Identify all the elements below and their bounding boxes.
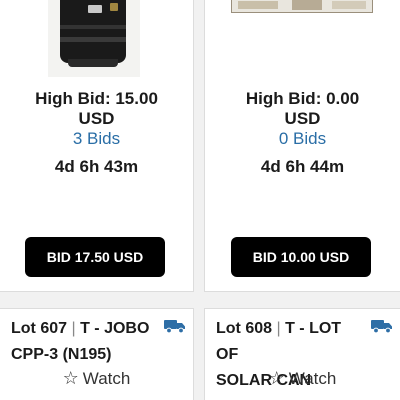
kits-image-part [332, 1, 366, 9]
kits-image-part [292, 0, 322, 10]
watch-label: Watch [82, 369, 131, 388]
lens-image-label [88, 5, 102, 13]
watch-button[interactable]: ☆ Watch [205, 367, 400, 390]
high-bid: High Bid: 15.00 [35, 89, 158, 108]
lot-description: T - JOBO [80, 320, 150, 337]
lot-thumbnail[interactable] [48, 0, 140, 77]
kits-image-part [238, 1, 278, 9]
bid-button[interactable]: BID 17.50 USD [25, 237, 165, 277]
lens-image-mount [68, 59, 118, 67]
lot-thumbnail[interactable] [231, 0, 373, 13]
title-separator: | [276, 320, 281, 337]
time-remaining: 4d 6h 43m [54, 157, 139, 176]
star-outline-icon: ☆ [62, 368, 79, 388]
lot-card[interactable]: High Bid: 0.00 USD 0 Bids 4d 6h 44m BID … [204, 0, 400, 292]
lot-card[interactable]: High Bid: 15.00 USD 3 Bids 4d 6h 43m BID… [0, 0, 194, 292]
watch-button[interactable]: ☆ Watch [0, 367, 193, 390]
title-separator: | [71, 320, 76, 337]
bid-count-link[interactable]: 3 Bids [0, 129, 193, 149]
bid-button[interactable]: BID 10.00 USD [231, 237, 371, 277]
truck-icon [164, 320, 185, 334]
time-remaining: 4d 6h 44m [260, 157, 345, 176]
high-bid-currency: USD [78, 109, 115, 128]
lens-image-ring [60, 25, 126, 29]
watch-label: Watch [288, 369, 337, 388]
high-bid: High Bid: 0.00 [245, 89, 360, 108]
lot-title-link[interactable]: Lot 607 | T - JOBO CPP-3 (N195) [11, 316, 151, 368]
star-outline-icon: ☆ [268, 368, 285, 388]
truck-icon [371, 320, 392, 334]
lot-description: CPP-3 (N195) [11, 346, 112, 363]
lens-image-ring [60, 37, 126, 42]
lot-number: Lot 608 [216, 320, 273, 337]
lot-card[interactable]: Lot 608 | T - LOT OF SOLAR CAN KITS… ☆Wa… [204, 308, 400, 400]
lot-number: Lot 607 [11, 320, 68, 337]
bid-count-link[interactable]: 0 Bids [205, 129, 400, 149]
lot-card[interactable]: Lot 607 | T - JOBO CPP-3 (N195) ☆ Watch [0, 308, 194, 400]
high-bid-currency: USD [284, 109, 321, 128]
lens-image-badge [110, 3, 118, 11]
